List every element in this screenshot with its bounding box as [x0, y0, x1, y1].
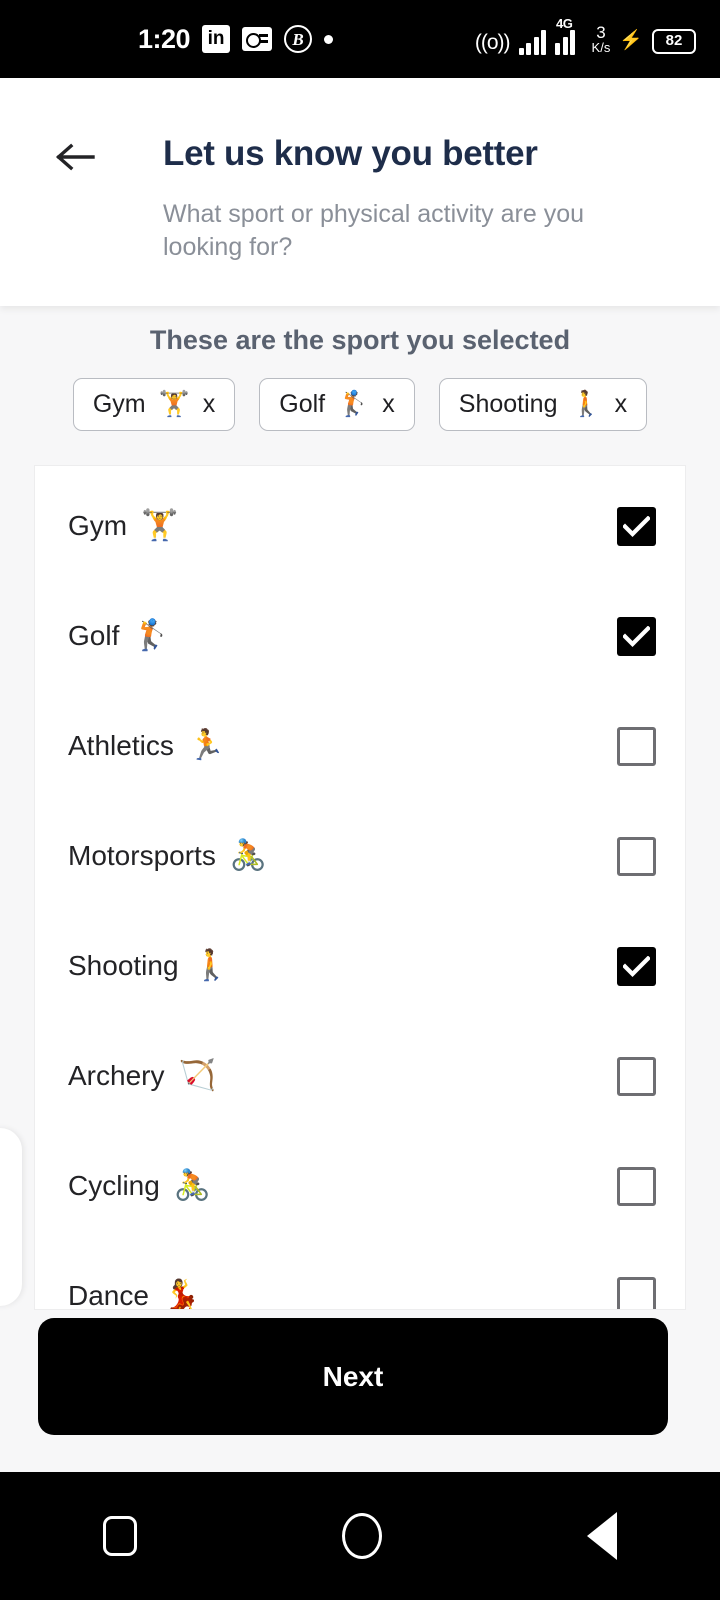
check-icon	[623, 625, 650, 647]
sport-row[interactable]: Gym 🏋️	[35, 471, 685, 581]
status-bar-left: 1:20 in B	[138, 23, 334, 55]
phone-screen: 1:20 in B ((o)) 4G 3 K/s ⚡ 82 Let us kno…	[0, 0, 720, 1600]
golfer-icon: 🏌️	[338, 390, 370, 418]
sport-name: Shooting	[68, 950, 179, 981]
sport-name: Motorsports	[68, 840, 216, 871]
sport-name: Cycling	[68, 1170, 160, 1201]
sport-emoji-icon: 💃	[162, 1279, 201, 1310]
back-button[interactable]	[52, 136, 98, 178]
selected-chips: Gym 🏋️ x Golf 🏌️ x Shooting 🚶 x	[0, 378, 720, 431]
page-header: Let us know you better What sport or phy…	[0, 78, 720, 306]
clock: 1:20	[138, 23, 191, 54]
sport-checkbox[interactable]	[617, 616, 656, 656]
weightlifter-icon: 🏋️	[158, 390, 190, 418]
sport-row-label: Archery 🏹	[68, 1060, 216, 1092]
chip-remove-button[interactable]: x	[382, 390, 395, 419]
sport-name: Archery	[68, 1060, 165, 1091]
home-icon[interactable]	[341, 1513, 382, 1559]
sport-row[interactable]: Shooting 🚶	[35, 911, 685, 1021]
sport-row-label: Motorsports 🚴	[68, 840, 267, 872]
dot-icon	[324, 34, 334, 44]
chip-remove-button[interactable]: x	[615, 390, 628, 419]
next-button[interactable]: Next	[38, 1318, 668, 1435]
sport-row-label: Gym 🏋️	[68, 510, 178, 542]
back-icon[interactable]	[587, 1512, 618, 1560]
sport-row-label: Shooting 🚶	[68, 950, 230, 982]
sport-row[interactable]: Athletics 🏃	[35, 691, 685, 801]
android-nav-bar	[0, 1472, 720, 1600]
sport-checkbox[interactable]	[617, 726, 656, 766]
charging-icon: ⚡	[619, 29, 643, 51]
sport-emoji-icon: 🏹	[178, 1059, 216, 1092]
network-speed-unit: K/s	[591, 39, 611, 55]
sport-emoji-icon: 🚴	[173, 1169, 212, 1202]
sport-row-label: Dance 💃	[68, 1279, 201, 1310]
sport-emoji-icon: 🚴	[229, 839, 268, 872]
radio-icon	[242, 27, 273, 51]
sport-emoji-icon: 🚶	[192, 949, 230, 982]
offscreen-card-peek	[0, 1128, 22, 1306]
sport-row[interactable]: Archery 🏹	[35, 1021, 685, 1131]
arrow-left-icon	[55, 143, 95, 171]
sport-row[interactable]: Golf 🏌️	[35, 581, 685, 691]
recents-icon[interactable]	[102, 1516, 137, 1556]
chip-golf[interactable]: Golf 🏌️ x	[259, 378, 415, 431]
network-speed: 3 K/s	[592, 24, 611, 54]
page-title: Let us know you better	[163, 134, 538, 173]
chip-gym[interactable]: Gym 🏋️ x	[72, 378, 236, 431]
sport-row-label: Cycling 🚴	[68, 1170, 211, 1202]
walking-person-icon: 🚶	[570, 390, 602, 418]
sport-name: Golf	[68, 620, 120, 651]
chip-label: Gym	[92, 390, 146, 418]
check-icon	[623, 955, 650, 977]
sports-list: Gym 🏋️ Golf 🏌️ Athletics 🏃 Motorsports 🚴 Shootin…	[34, 465, 686, 1310]
linkedin-icon: in	[202, 25, 231, 53]
chip-label: Shooting	[458, 390, 558, 418]
battery-icon: 82	[652, 28, 696, 54]
sport-name: Athletics	[68, 730, 174, 761]
sport-checkbox[interactable]	[617, 836, 656, 876]
selected-heading: These are the sport you selected	[149, 325, 571, 355]
network-speed-value: 3	[596, 22, 606, 42]
sport-checkbox[interactable]	[617, 1166, 656, 1206]
sport-checkbox[interactable]	[617, 506, 656, 546]
beta-badge-icon: B	[284, 25, 313, 53]
sport-emoji-icon: 🏃	[187, 729, 226, 762]
sport-name: Gym	[68, 510, 128, 541]
sport-row[interactable]: Motorsports 🚴	[35, 801, 685, 911]
sport-checkbox[interactable]	[617, 1056, 656, 1096]
hotspot-icon: ((o))	[474, 30, 511, 54]
sport-row[interactable]: Dance 💃	[35, 1241, 685, 1310]
chip-remove-button[interactable]: x	[203, 390, 216, 419]
network-type-label: 4G	[556, 15, 573, 31]
chip-label: Golf	[279, 390, 326, 418]
signal-bars-icon	[518, 29, 547, 55]
sport-name: Dance	[68, 1280, 149, 1310]
sport-row[interactable]: Cycling 🚴	[35, 1131, 685, 1241]
sport-row-label: Athletics 🏃	[68, 730, 225, 762]
sport-checkbox[interactable]	[617, 1276, 656, 1309]
check-icon	[623, 515, 650, 537]
sport-checkbox[interactable]	[617, 946, 656, 986]
chip-shooting[interactable]: Shooting 🚶 x	[438, 378, 648, 431]
page-subtitle: What sport or physical activity are you …	[163, 200, 584, 261]
signal-4g-icon: 4G	[555, 16, 583, 55]
status-bar-right: ((o)) 4G 3 K/s ⚡ 82	[474, 16, 696, 55]
sport-row-label: Golf 🏌️	[68, 620, 171, 652]
sport-emoji-icon: 🏋️	[141, 509, 179, 542]
sport-emoji-icon: 🏌️	[133, 619, 171, 652]
status-bar: 1:20 in B ((o)) 4G 3 K/s ⚡ 82	[0, 0, 720, 78]
